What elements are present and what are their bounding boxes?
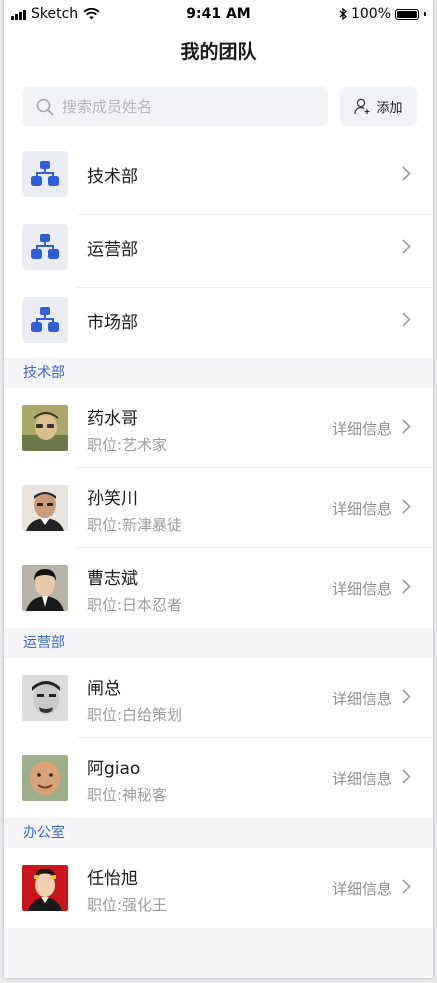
bluetooth-icon xyxy=(339,8,347,20)
search-input[interactable] xyxy=(60,96,304,117)
member-position: 职位:白给策划 xyxy=(87,706,183,724)
battery-cap xyxy=(424,12,426,16)
avatar xyxy=(22,675,68,721)
member-list: 闸总 职位:白给策划 详细信息 阿giao 职位:神秘客 详细信息 xyxy=(4,658,433,818)
section-header: 技术部 xyxy=(4,358,433,388)
chevron-right-icon xyxy=(402,499,411,514)
member-row[interactable]: 药水哥 职位:艺术家 详细信息 xyxy=(4,388,433,468)
member-row[interactable]: 任怡旭 职位:强化王 详细信息 xyxy=(4,848,433,928)
department-item[interactable]: 技术部 xyxy=(4,142,433,215)
member-name: 药水哥 xyxy=(87,409,138,429)
org-chart-icon xyxy=(22,151,68,197)
member-list: 药水哥 职位:艺术家 详细信息 孙笑川 职位:新津暴徒 详细信息 曹志斌 职位:… xyxy=(4,388,433,628)
search-row: 添加 xyxy=(4,72,433,142)
member-row[interactable]: 阿giao 职位:神秘客 详细信息 xyxy=(4,738,433,818)
avatar xyxy=(22,865,68,911)
status-bar: Sketch 9:41 AM 100% xyxy=(4,0,433,28)
battery-percent: 100% xyxy=(350,6,391,22)
chevron-right-icon xyxy=(402,769,411,784)
section-header: 办公室 xyxy=(4,818,433,848)
chevron-right-icon xyxy=(402,689,411,704)
page-title: 我的团队 xyxy=(180,40,257,63)
org-chart-icon xyxy=(22,297,68,343)
member-position: 职位:新津暴徒 xyxy=(87,516,183,534)
add-user-icon xyxy=(354,98,370,115)
avatar xyxy=(22,565,68,611)
search-box[interactable] xyxy=(22,87,328,126)
section-header: 运营部 xyxy=(4,628,433,658)
department-item[interactable]: 市场部 xyxy=(4,288,433,361)
member-name: 任怡旭 xyxy=(87,869,138,889)
member-row[interactable]: 闸总 职位:白给策划 详细信息 xyxy=(4,658,433,738)
member-position: 职位:强化王 xyxy=(87,896,168,914)
chevron-right-icon xyxy=(402,579,411,594)
member-position: 职位:艺术家 xyxy=(87,436,168,454)
nav-bar: 我的团队 xyxy=(4,28,433,72)
member-name: 阿giao xyxy=(87,759,141,779)
org-chart-icon xyxy=(22,224,68,270)
department-name: 运营部 xyxy=(87,240,138,260)
detail-link[interactable]: 详细信息 xyxy=(332,768,392,789)
detail-link[interactable]: 详细信息 xyxy=(332,878,392,899)
battery-icon xyxy=(395,8,419,20)
department-item[interactable]: 运营部 xyxy=(4,215,433,288)
chevron-right-icon xyxy=(402,879,411,894)
search-icon xyxy=(36,98,54,115)
app-screen: Sketch 9:41 AM 100% 我的团队 搜索成员姓名 添加 技术部 运… xyxy=(4,0,433,978)
member-row[interactable]: 孙笑川 职位:新津暴徒 详细信息 xyxy=(4,468,433,548)
status-right: 100% xyxy=(339,6,426,22)
member-row[interactable]: 曹志斌 职位:日本忍者 详细信息 xyxy=(4,548,433,628)
department-name: 市场部 xyxy=(87,313,138,333)
member-name: 孙笑川 xyxy=(87,489,138,509)
chevron-right-icon xyxy=(402,419,411,434)
detail-link[interactable]: 详细信息 xyxy=(332,498,392,519)
member-name: 闸总 xyxy=(87,679,121,699)
avatar xyxy=(22,405,68,451)
add-button-label: 添加 xyxy=(376,101,403,116)
chevron-right-icon xyxy=(402,166,411,181)
add-member-button[interactable]: 添加 xyxy=(340,87,417,126)
member-list: 任怡旭 职位:强化王 详细信息 xyxy=(4,848,433,928)
detail-link[interactable]: 详细信息 xyxy=(332,688,392,709)
chevron-right-icon xyxy=(402,312,411,327)
avatar xyxy=(22,485,68,531)
member-position: 职位:日本忍者 xyxy=(87,596,183,614)
avatar xyxy=(22,755,68,801)
member-name: 曹志斌 xyxy=(87,569,138,589)
department-list: 技术部 运营部 市场部 xyxy=(4,142,433,361)
department-name: 技术部 xyxy=(87,167,138,187)
chevron-right-icon xyxy=(402,239,411,254)
detail-link[interactable]: 详细信息 xyxy=(332,418,392,439)
detail-link[interactable]: 详细信息 xyxy=(332,578,392,599)
member-position: 职位:神秘客 xyxy=(87,786,168,804)
